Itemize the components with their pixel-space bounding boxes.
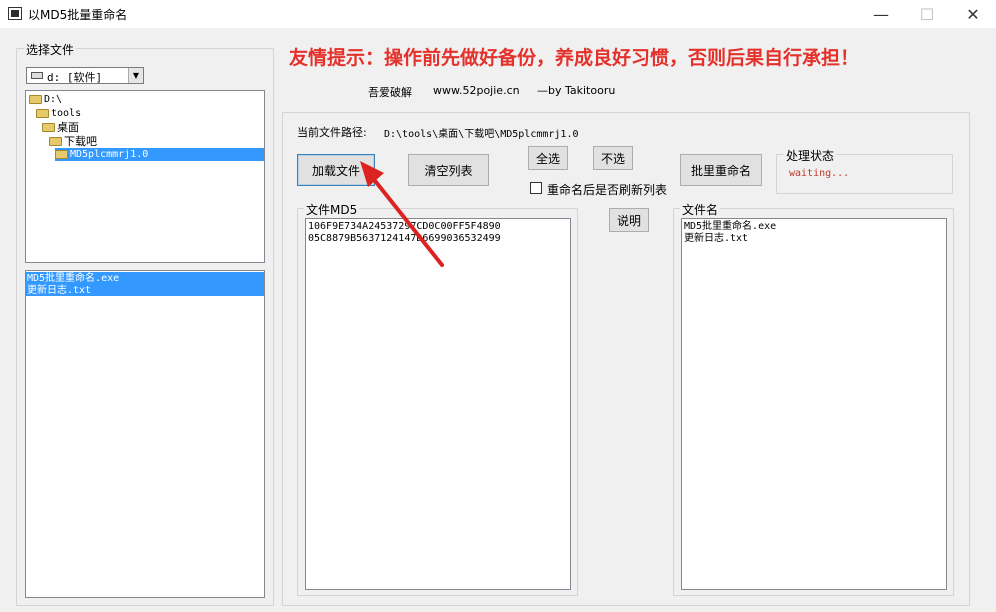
file-list[interactable]: MD5批里重命名.exe 更新日志.txt bbox=[25, 270, 265, 598]
tree-item-download[interactable]: 下载吧 bbox=[49, 135, 97, 148]
title-bar bbox=[0, 0, 996, 28]
deselect-all-button[interactable]: 不选 bbox=[593, 146, 633, 170]
minimize-icon: — bbox=[873, 4, 889, 24]
close-button[interactable]: ✕ bbox=[950, 0, 996, 28]
batch-rename-button[interactable]: 批里重命名 bbox=[680, 154, 762, 186]
credit-url: www.52pojie.cn bbox=[433, 84, 520, 97]
status-label: 处理状态 bbox=[784, 147, 837, 164]
app-icon bbox=[8, 7, 22, 20]
folder-icon bbox=[29, 95, 42, 104]
minimize-button[interactable]: — bbox=[858, 0, 904, 28]
folder-open-icon bbox=[55, 150, 68, 159]
help-button[interactable]: 说明 bbox=[609, 208, 649, 232]
tree-item-selected[interactable]: MD5plcmmrj1.0 bbox=[55, 148, 264, 161]
maximize-button[interactable]: ☐ bbox=[904, 0, 950, 28]
list-item[interactable]: MD5批里重命名.exe bbox=[684, 221, 776, 233]
chevron-down-icon[interactable]: ▼ bbox=[128, 68, 143, 83]
folder-icon bbox=[42, 123, 55, 132]
select-all-button[interactable]: 全选 bbox=[528, 146, 568, 170]
list-item[interactable]: MD5批里重命名.exe bbox=[27, 273, 119, 285]
list-item[interactable]: 更新日志.txt bbox=[27, 285, 91, 297]
window-title: 以MD5批量重命名 bbox=[28, 8, 128, 22]
list-item[interactable]: 更新日志.txt bbox=[684, 233, 748, 245]
refresh-checkbox-label: 重命名后是否刷新列表 bbox=[547, 183, 668, 197]
close-icon: ✕ bbox=[966, 4, 980, 24]
tree-item-root[interactable]: D:\ bbox=[29, 93, 62, 106]
folder-tree[interactable]: D:\ tools 桌面 下载吧 MD5plcmmrj1.0 bbox=[25, 90, 265, 263]
path-value: D:\tools\桌面\下载吧\MD5plcmmrj1.0 bbox=[384, 129, 579, 140]
folder-icon bbox=[36, 109, 49, 118]
tree-item-tools[interactable]: tools bbox=[36, 107, 81, 120]
drive-value: d: [软件] bbox=[47, 71, 103, 84]
path-label: 当前文件路径: bbox=[297, 126, 367, 139]
credit-site: 吾爱破解 bbox=[368, 86, 412, 99]
warning-banner: 友情提示：操作前先做好备份，养成良好习惯，否则后果自行承担！ bbox=[289, 47, 860, 69]
drive-select[interactable]: d: [软件] ▼ bbox=[26, 67, 144, 84]
status-value: waiting... bbox=[789, 168, 850, 179]
credit-author: —by Takitooru bbox=[537, 84, 616, 97]
select-file-label: 选择文件 bbox=[24, 41, 77, 58]
tree-item-desktop[interactable]: 桌面 bbox=[42, 121, 79, 134]
drive-icon bbox=[31, 72, 43, 79]
refresh-checkbox[interactable] bbox=[530, 182, 542, 194]
filename-label: 文件名 bbox=[680, 201, 721, 218]
filename-list[interactable]: MD5批里重命名.exe 更新日志.txt bbox=[681, 218, 947, 590]
maximize-icon: ☐ bbox=[919, 4, 935, 24]
folder-icon bbox=[49, 137, 62, 146]
annotation-arrow-icon bbox=[360, 161, 444, 267]
